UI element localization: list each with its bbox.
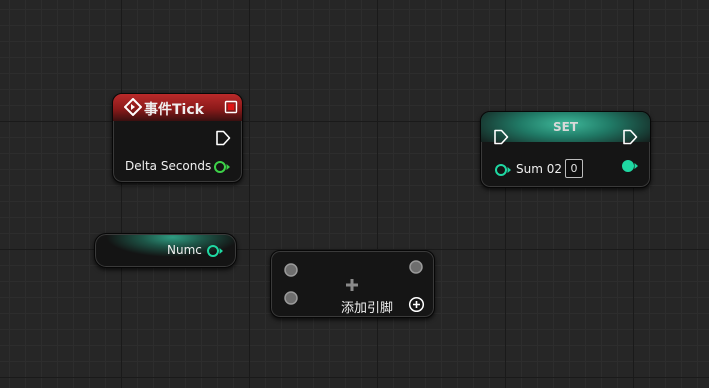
numc-getter-node[interactable]: Numc (94, 233, 237, 268)
delta-seconds-label: Delta Seconds (125, 159, 212, 173)
event-tick-title: 事件Tick (144, 102, 204, 118)
numc-label: Numc (167, 243, 202, 257)
set-exec-out-pin-icon[interactable] (622, 129, 638, 145)
add-operator-icon (344, 277, 360, 293)
event-delegate-pin-icon[interactable] (224, 100, 238, 114)
sum-02-value: 0 (570, 162, 578, 175)
sum-02-value-input[interactable]: 0 (565, 159, 583, 178)
delta-seconds-pin-icon[interactable] (213, 160, 231, 174)
set-exec-in-pin-icon[interactable] (493, 129, 509, 145)
sum-02-label: Sum 02 (516, 162, 562, 176)
sum-02-in-pin-icon[interactable] (494, 163, 512, 177)
add-pin-node[interactable]: 添加引脚 (270, 250, 435, 318)
sum-02-out-pin-icon[interactable] (621, 159, 639, 173)
input-b-pin-icon[interactable] (283, 290, 299, 306)
add-pin-label[interactable]: 添加引脚 (341, 297, 393, 316)
numc-out-pin-icon[interactable] (206, 244, 224, 258)
event-tick-node[interactable]: 事件Tick Delta Seconds (112, 93, 243, 183)
set-variable-node[interactable]: SET Sum 02 0 (480, 111, 651, 188)
exec-out-pin-icon[interactable] (215, 130, 231, 146)
add-pin-icon[interactable] (408, 296, 425, 313)
event-icon (124, 98, 142, 116)
input-a-pin-icon[interactable] (283, 262, 299, 278)
output-pin-icon[interactable] (408, 259, 424, 275)
